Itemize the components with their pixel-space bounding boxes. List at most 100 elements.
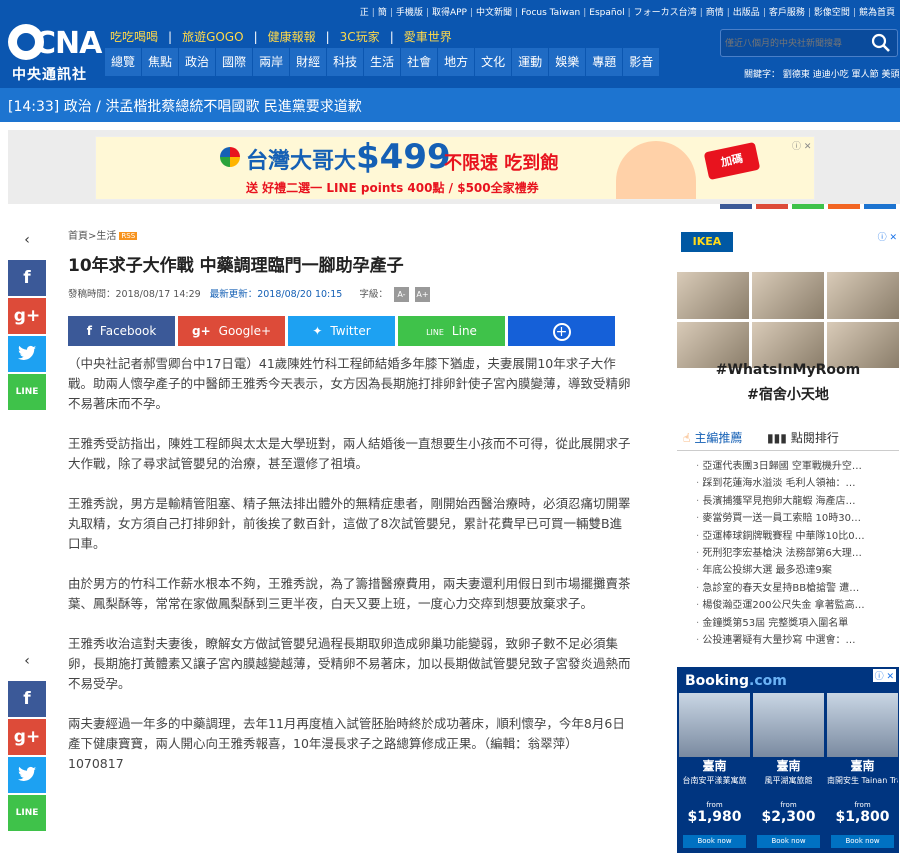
- link-traditional[interactable]: 正: [357, 8, 372, 18]
- link-business[interactable]: 商情: [703, 8, 727, 18]
- link-customer-service[interactable]: 客戶服務: [766, 8, 808, 18]
- breadcrumb-path[interactable]: 首頁>生活: [68, 231, 116, 242]
- list-item[interactable]: 麥當勞買一送一員工索賠 10時30…: [696, 510, 896, 527]
- book-now-button[interactable]: Book now: [831, 835, 894, 848]
- facebook-icon[interactable]: f: [8, 681, 46, 717]
- link-publications[interactable]: 出版品: [730, 8, 763, 18]
- google-plus-icon[interactable]: g+: [8, 298, 46, 334]
- list-item[interactable]: 急診室的春天女星持BB槍搶警 遭…: [696, 580, 896, 597]
- share-facebook-label: Facebook: [99, 324, 157, 338]
- tab-editor-picks[interactable]: ☝ 主編推薦: [683, 429, 742, 446]
- site-header: 正 | 簡 | 手機版 | 取得APP | 中文新聞 | Focus Taiwan | Español |…: [0, 0, 900, 88]
- chevron-left-icon[interactable]: ‹: [8, 232, 46, 252]
- nav-item-life[interactable]: 生活: [363, 48, 401, 76]
- nav-item-local[interactable]: 地方: [437, 48, 475, 76]
- link-espanol[interactable]: Español: [586, 8, 627, 18]
- list-item[interactable]: 長濱捕獲罕見抱卵大龍蝦 海產店…: [696, 493, 896, 510]
- nav-item-features[interactable]: 專題: [585, 48, 623, 76]
- ad-close-icon[interactable]: ⓘ ✕: [792, 139, 811, 152]
- nav-item-video[interactable]: 影音: [622, 48, 660, 76]
- link-japanese[interactable]: フォーカス台湾: [631, 8, 700, 18]
- link-mobile[interactable]: 手機版: [393, 8, 426, 18]
- font-decrease-button[interactable]: A-: [393, 287, 409, 302]
- hotel-photo: [827, 693, 898, 757]
- tab-most-clicked-label: 點閱排行: [790, 431, 839, 445]
- twitter-icon[interactable]: [8, 757, 46, 793]
- search-input[interactable]: [725, 34, 865, 52]
- channel-links: 吃吃喝喝 | 旅遊GOGO | 健康報報 | 3C玩家 | 愛車世界: [110, 30, 452, 44]
- link-image-space[interactable]: 影像空間: [811, 8, 853, 18]
- list-item[interactable]: 楊俊瀚亞運200公尺失金 拿著監高…: [696, 597, 896, 614]
- ticker-headline[interactable]: [14:33] 政治 / 洪孟楷批蔡總統不唱國歌 民進黨要求道歉: [8, 96, 362, 116]
- share-twitter-button[interactable]: ✦ Twitter: [288, 316, 395, 346]
- link-chinese-news[interactable]: 中文新聞: [473, 8, 515, 18]
- adchoices-icon[interactable]: ⓘ ✕: [872, 669, 896, 682]
- ad-unlimited: 不限速 吃到飽: [444, 153, 559, 174]
- hotel-from: from: [780, 801, 797, 809]
- line-icon[interactable]: LINE: [8, 795, 46, 831]
- ikea-ad[interactable]: IKEA ⓘ ✕ #WhatsInMyRoom #宿舍小天地: [677, 224, 899, 408]
- nav-item-politics[interactable]: 政治: [178, 48, 216, 76]
- updated-time: 最新更新：2018/08/20 10:15: [209, 289, 343, 300]
- font-increase-button[interactable]: A+: [414, 287, 430, 302]
- news-ticker: [14:33] 政治 / 洪孟楷批蔡總統不唱國歌 民進黨要求道歉 f g+ LI…: [0, 88, 900, 209]
- nav-item-society[interactable]: 社會: [400, 48, 438, 76]
- nav-item-sports[interactable]: 運動: [511, 48, 549, 76]
- hotel-city: 臺南: [776, 759, 801, 773]
- nav-item-tech[interactable]: 科技: [326, 48, 364, 76]
- twitter-icon[interactable]: [8, 336, 46, 372]
- hot-keywords[interactable]: 關鍵字： 劉德東 迪迪小吃 軍人節 美頭: [744, 67, 899, 80]
- hotel-card[interactable]: 臺南 南開安生 Tainan Travel Inn from $1,800 Bo…: [827, 693, 898, 849]
- hotel-from: from: [706, 801, 723, 809]
- nav-item-overview[interactable]: 總覽: [104, 48, 142, 76]
- facebook-icon[interactable]: f: [8, 260, 46, 296]
- tab-most-clicked[interactable]: ▮▮▮ 點閱排行: [767, 429, 839, 446]
- hotel-card[interactable]: 臺南 台南安平漾業寓旅 from $1,980 Book now: [679, 693, 750, 849]
- link-simplified[interactable]: 簡: [375, 8, 390, 18]
- line-icon[interactable]: LINE: [8, 374, 46, 410]
- adchoices-icon[interactable]: ⓘ ✕: [878, 230, 897, 243]
- ad-banner[interactable]: 台灣大哥大 $499 不限速 吃到飽 送 好禮二選一 LINE points 4…: [95, 136, 815, 200]
- channel-cars[interactable]: 愛車世界: [404, 30, 452, 44]
- share-google-button[interactable]: g+ Google+: [178, 316, 285, 346]
- article-paragraph: 王雅秀收治這對夫妻後，瞭解女方做試管嬰兒過程長期取卵造成卵巢功能變弱，致卵子數不…: [68, 636, 631, 691]
- plus-circle-icon: +: [552, 323, 571, 341]
- list-item[interactable]: 公投連署疑有大量抄寫 中選會：…: [696, 632, 896, 649]
- channel-health[interactable]: 健康報報: [268, 30, 316, 44]
- channel-food[interactable]: 吃吃喝喝: [110, 30, 158, 44]
- share-google-label: Google+: [218, 324, 272, 338]
- book-now-button[interactable]: Book now: [757, 835, 820, 848]
- list-item[interactable]: 踩到花蓮海水溢淡 毛利人領袖：…: [696, 475, 896, 492]
- book-now-button[interactable]: Book now: [683, 835, 746, 848]
- link-app[interactable]: 取得APP: [429, 8, 470, 18]
- link-focus-taiwan[interactable]: Focus Taiwan: [518, 8, 583, 18]
- list-item[interactable]: 亞運代表團3日歸國 空軍戰機升空…: [696, 458, 896, 475]
- nav-item-culture[interactable]: 文化: [474, 48, 512, 76]
- google-plus-icon[interactable]: g+: [8, 719, 46, 755]
- bar-chart-icon: ▮▮▮: [767, 431, 787, 445]
- share-facebook-button[interactable]: f Facebook: [68, 316, 175, 346]
- share-twitter-label: Twitter: [330, 324, 371, 338]
- booking-ad[interactable]: Booking.com ⓘ ✕ 臺南 台南安平漾業寓旅 from $1,980 …: [677, 667, 899, 853]
- nav-item-entertainment[interactable]: 娛樂: [548, 48, 586, 76]
- channel-travel[interactable]: 旅遊GOGO: [182, 30, 244, 44]
- list-item[interactable]: 亞運棒球銅牌戰賽程 中華隊10比0…: [696, 528, 896, 545]
- search-icon[interactable]: [871, 33, 891, 53]
- booking-logo-b: .com: [749, 673, 787, 689]
- article-body: （中央社記者郝雪卿台中17日電）41歲陳姓竹科工程師結婚多年膝下猶虛，夫妻展開1…: [68, 354, 633, 794]
- cna-logo[interactable]: CNA 中央通訊社: [8, 24, 102, 83]
- link-set-homepage[interactable]: 競為首頁: [856, 8, 898, 18]
- list-item[interactable]: 死刑犯李宏基槍決 法務部第6大理…: [696, 545, 896, 562]
- channel-3c[interactable]: 3C玩家: [340, 30, 380, 44]
- nav-item-international[interactable]: 國際: [215, 48, 253, 76]
- nav-item-focus[interactable]: 焦點: [141, 48, 179, 76]
- chevron-left-icon[interactable]: ‹: [8, 653, 46, 673]
- hotel-card[interactable]: 臺南 風平湖寓旅館 from $2,300 Book now: [753, 693, 824, 849]
- list-item[interactable]: 年底公投綁大選 最多恐達9案: [696, 562, 896, 579]
- nav-item-cross-strait[interactable]: 兩岸: [252, 48, 290, 76]
- rss-badge[interactable]: RSS: [119, 232, 138, 240]
- share-line-button[interactable]: LINE Line: [398, 316, 505, 346]
- list-item[interactable]: 金鐘獎第53屆 完整獎項入圍名單: [696, 615, 896, 632]
- nav-item-finance[interactable]: 財經: [289, 48, 327, 76]
- share-more-button[interactable]: +: [508, 316, 615, 346]
